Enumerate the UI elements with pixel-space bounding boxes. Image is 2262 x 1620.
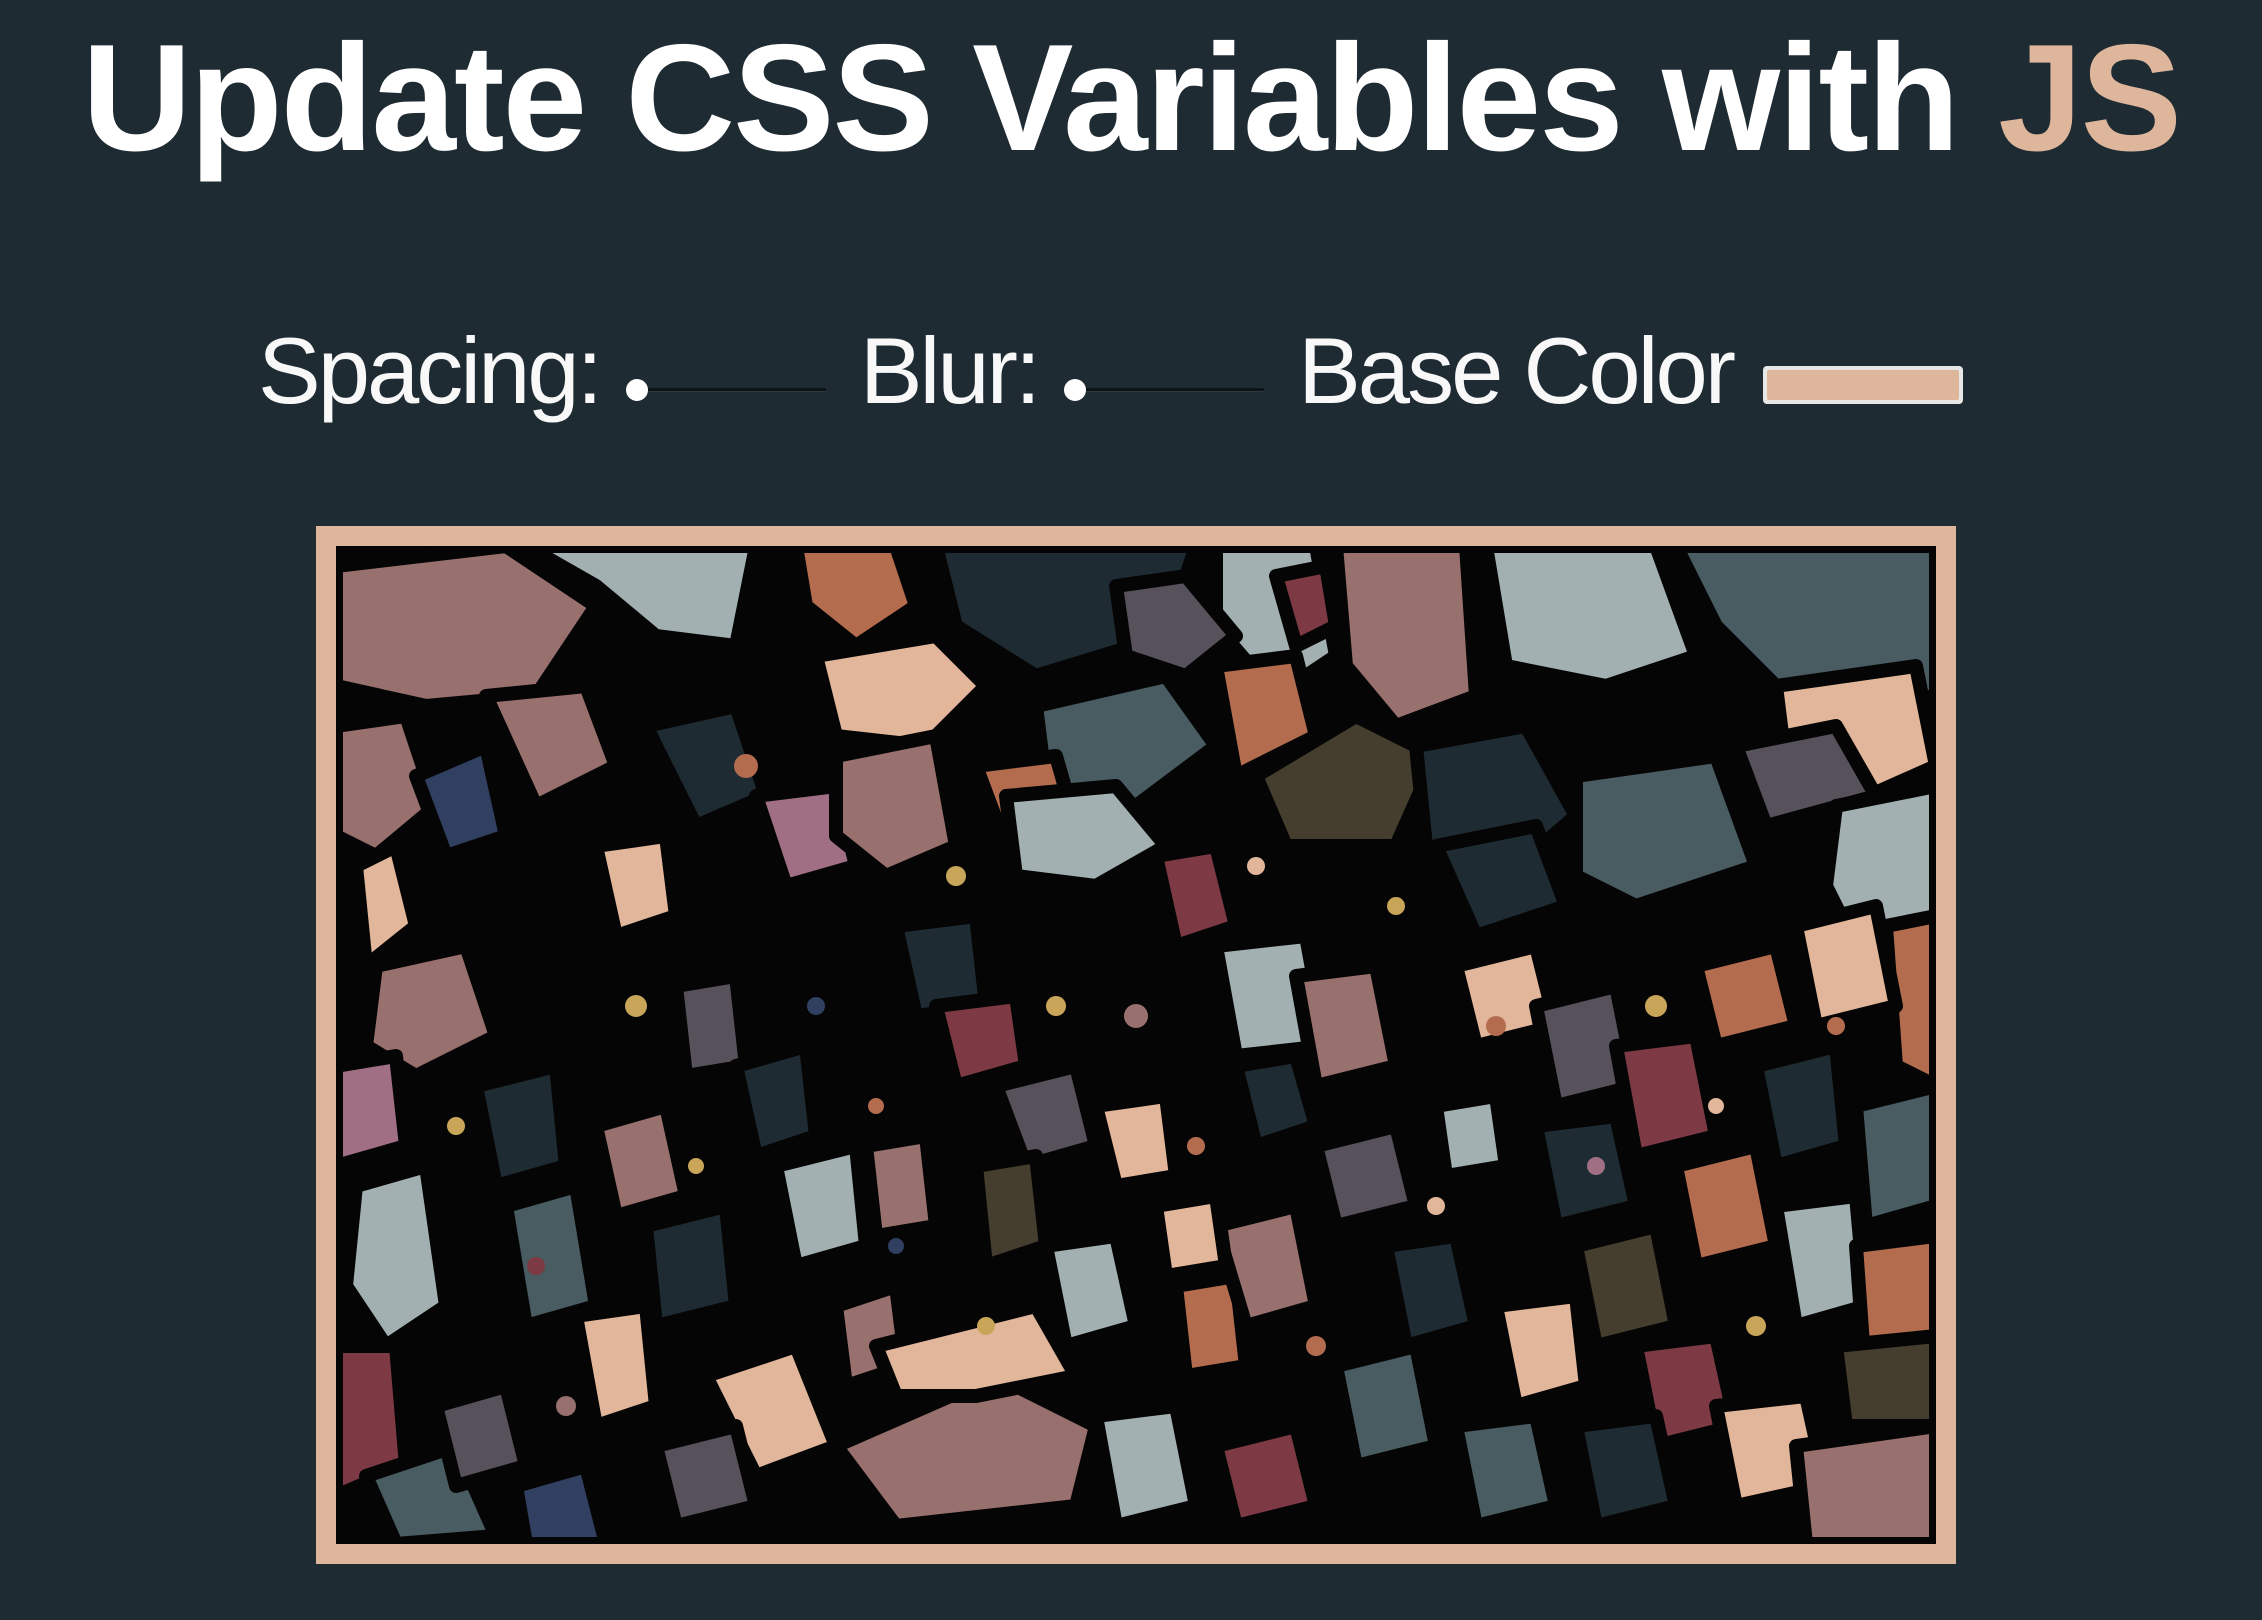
page-title-highlight: JS <box>1998 13 2182 183</box>
spacing-label: Spacing: <box>258 318 603 423</box>
stained-glass-mosaic-icon <box>336 546 1936 1544</box>
blur-label: Blur: <box>859 318 1041 423</box>
page-title: Update CSS Variables with JS <box>0 18 2262 178</box>
base-color-picker[interactable] <box>1763 366 1964 404</box>
controls-bar: Spacing: Blur: Base Color <box>258 306 1964 436</box>
page-title-main: Update CSS Variables with <box>81 13 1960 183</box>
spacing-slider[interactable] <box>625 369 826 409</box>
blur-slider-track <box>1076 388 1265 391</box>
spacing-slider-thumb[interactable] <box>625 379 648 401</box>
base-color-swatch <box>1767 370 1960 400</box>
blur-slider[interactable] <box>1064 369 1265 409</box>
mosaic-image <box>316 526 1956 1564</box>
spacing-slider-track <box>637 388 826 391</box>
base-color-label: Base Color <box>1298 318 1736 423</box>
blur-slider-thumb[interactable] <box>1064 379 1087 401</box>
